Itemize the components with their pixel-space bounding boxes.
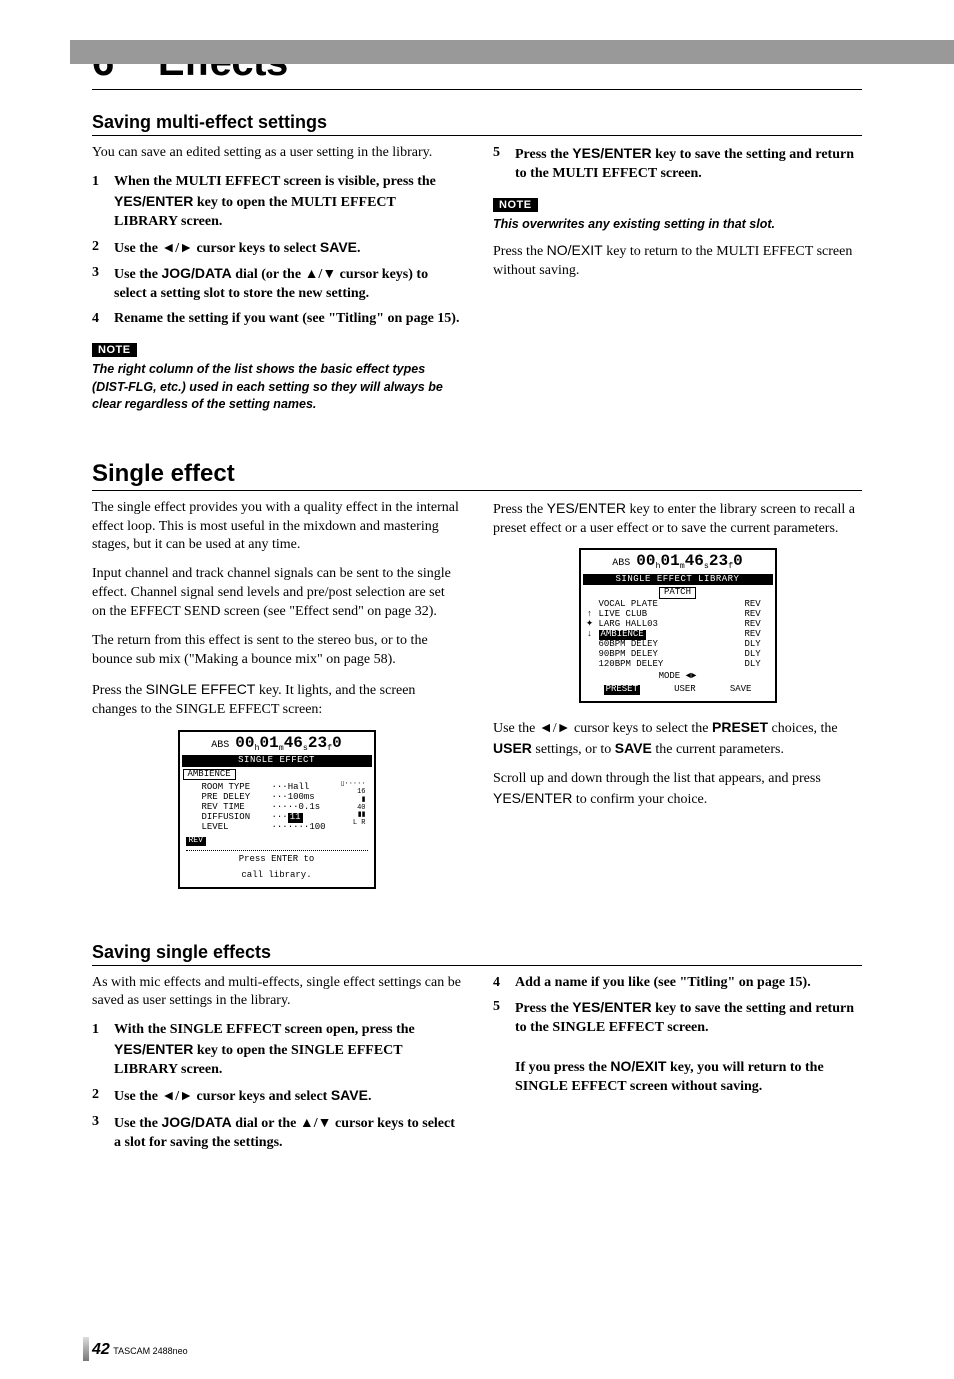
step-number: 3: [92, 264, 114, 304]
step-number: 3: [92, 1113, 114, 1153]
step-body: With the SINGLE EFFECT screen open, pres…: [114, 1021, 461, 1080]
section-title-save-single: Saving single effects: [92, 942, 862, 966]
scroll-arrows: ↑✦↓: [583, 600, 597, 669]
two-column-layout: You can save an edited setting as a user…: [92, 138, 862, 422]
steps-list: 1 With the SINGLE EFFECT screen open, pr…: [92, 1021, 461, 1152]
step-body: Use the JOG/DATA dial (or the ▲/▼ cursor…: [114, 264, 461, 304]
footer-bar-icon: [83, 1337, 89, 1361]
body-text: Press the YES/ENTER key to enter the lib…: [493, 499, 862, 539]
body-text: Input channel and track channel signals …: [92, 565, 461, 622]
footer-line: Press ENTER to: [182, 853, 372, 869]
body-text: Press the NO/EXIT key to return to the M…: [493, 241, 862, 281]
tab-user: USER: [674, 685, 696, 695]
level-meter: ▯····· 16▮ 40▮▮ L R: [338, 781, 372, 827]
left-column: As with mic effects and multi-effects, s…: [92, 968, 461, 1161]
step-item: 1 When the MULTI EFFECT screen is visibl…: [92, 173, 461, 232]
item-types: REV REV REV REV DLY DLY DLY: [745, 600, 773, 669]
note-badge: NOTE: [92, 343, 137, 357]
body-text: The return from this effect is sent to t…: [92, 632, 461, 670]
page: 6 − Effects Saving multi-effect settings…: [0, 40, 954, 1379]
product-name: TASCAM 2488neo: [113, 1346, 187, 1356]
step-number: 5: [493, 998, 515, 1096]
step-number: 4: [493, 974, 515, 993]
patch-name: AMBIENCE: [183, 769, 236, 781]
section-title-save-multi: Saving multi-effect settings: [92, 112, 862, 136]
left-column: The single effect provides you with a qu…: [92, 493, 461, 904]
figure-single-effect-library: ABS 00h01m46s23f0 SINGLE EFFECT LIBRARY …: [579, 548, 777, 703]
steps-list: 1 When the MULTI EFFECT screen is visibl…: [92, 173, 461, 329]
spacer: [92, 422, 862, 452]
tab-row: PRESET USER SAVE: [583, 683, 773, 699]
step-item: 2 Use the ◄/► cursor keys and select SAV…: [92, 1086, 461, 1107]
step-number: 2: [92, 1086, 114, 1107]
step-item: 4 Add a name if you like (see "Titling" …: [493, 974, 862, 993]
library-list: ↑✦↓ VOCAL PLATE LIVE CLUB LARG HALL03 AM…: [583, 600, 773, 669]
tab-preset: PRESET: [604, 685, 640, 695]
footer-line: call library.: [182, 869, 372, 885]
figure-single-effect-screen: ABS 00h01m46s23f0 SINGLE EFFECT AMBIENCE…: [178, 730, 376, 889]
body-text: Scroll up and down through the list that…: [493, 770, 862, 810]
step-item: 1 With the SINGLE EFFECT screen open, pr…: [92, 1021, 461, 1080]
step-item: 2 Use the ◄/► cursor keys to select SAVE…: [92, 238, 461, 259]
right-column: Press the YES/ENTER key to enter the lib…: [493, 493, 862, 904]
section-title-single-effect: Single effect: [92, 460, 862, 491]
tab-save: SAVE: [730, 685, 752, 695]
step-number: 1: [92, 1021, 114, 1080]
step-number: 2: [92, 238, 114, 259]
intro-text: As with mic effects and multi-effects, s…: [92, 974, 461, 1012]
mode-row: MODE ◄►: [583, 670, 773, 684]
step-body: When the MULTI EFFECT screen is visible,…: [114, 173, 461, 232]
screen-header: SINGLE EFFECT: [182, 755, 372, 767]
chapter-underline: [92, 89, 862, 90]
step-body: Use the JOG/DATA dial or the ▲/▼ cursor …: [114, 1113, 461, 1153]
step-body: Press the YES/ENTER key to save the sett…: [515, 998, 862, 1096]
right-column: 4 Add a name if you like (see "Titling" …: [493, 968, 862, 1161]
page-footer: 42 TASCAM 2488neo: [92, 1341, 188, 1359]
step-item: 5 Press the YES/ENTER key to save the se…: [493, 998, 862, 1096]
step-number: 5: [493, 144, 515, 184]
body-text: The single effect provides you with a qu…: [92, 499, 461, 556]
timecode: ABS 00h01m46s23f0: [182, 734, 372, 754]
note-badge: NOTE: [493, 198, 538, 212]
intro-text: You can save an edited setting as a user…: [92, 144, 461, 163]
body-text: Press the SINGLE EFFECT key. It lights, …: [92, 680, 461, 720]
timecode: ABS 00h01m46s23f0: [583, 552, 773, 572]
step-body: Use the ◄/► cursor keys and select SAVE.: [114, 1086, 461, 1107]
screen-header: SINGLE EFFECT LIBRARY: [583, 574, 773, 586]
steps-list: 5 Press the YES/ENTER key to save the se…: [493, 144, 862, 184]
step-body: Use the ◄/► cursor keys to select SAVE.: [114, 238, 461, 259]
step-item: 4 Rename the setting if you want (see "T…: [92, 310, 461, 329]
note-text: This overwrites any existing setting in …: [493, 216, 862, 234]
decor-left-tab: [70, 40, 92, 64]
note-text: The right column of the list shows the b…: [92, 361, 461, 414]
step-number: 4: [92, 310, 114, 329]
step-item: 3 Use the JOG/DATA dial (or the ▲/▼ curs…: [92, 264, 461, 304]
step-body: Press the YES/ENTER key to save the sett…: [515, 144, 862, 184]
step-number: 1: [92, 173, 114, 232]
step-item: 3 Use the JOG/DATA dial or the ▲/▼ curso…: [92, 1113, 461, 1153]
spacer: [92, 904, 862, 934]
steps-list: 4 Add a name if you like (see "Titling" …: [493, 974, 862, 1097]
step-body: Add a name if you like (see "Titling" on…: [515, 974, 862, 993]
step-body: Rename the setting if you want (see "Tit…: [114, 310, 461, 329]
left-column: You can save an edited setting as a user…: [92, 138, 461, 422]
two-column-layout: As with mic effects and multi-effects, s…: [92, 968, 862, 1161]
patch-label: PATCH: [659, 587, 696, 599]
rev-tab: REV: [186, 837, 206, 846]
body-text: Use the ◄/► cursor keys to select the PR…: [493, 718, 862, 760]
step-item: 5 Press the YES/ENTER key to save the se…: [493, 144, 862, 184]
two-column-layout: The single effect provides you with a qu…: [92, 493, 862, 904]
page-number: 42: [92, 1341, 110, 1358]
right-column: 5 Press the YES/ENTER key to save the se…: [493, 138, 862, 422]
item-names: VOCAL PLATE LIVE CLUB LARG HALL03 AMBIEN…: [597, 600, 745, 669]
decor-top-bar: [92, 40, 954, 64]
